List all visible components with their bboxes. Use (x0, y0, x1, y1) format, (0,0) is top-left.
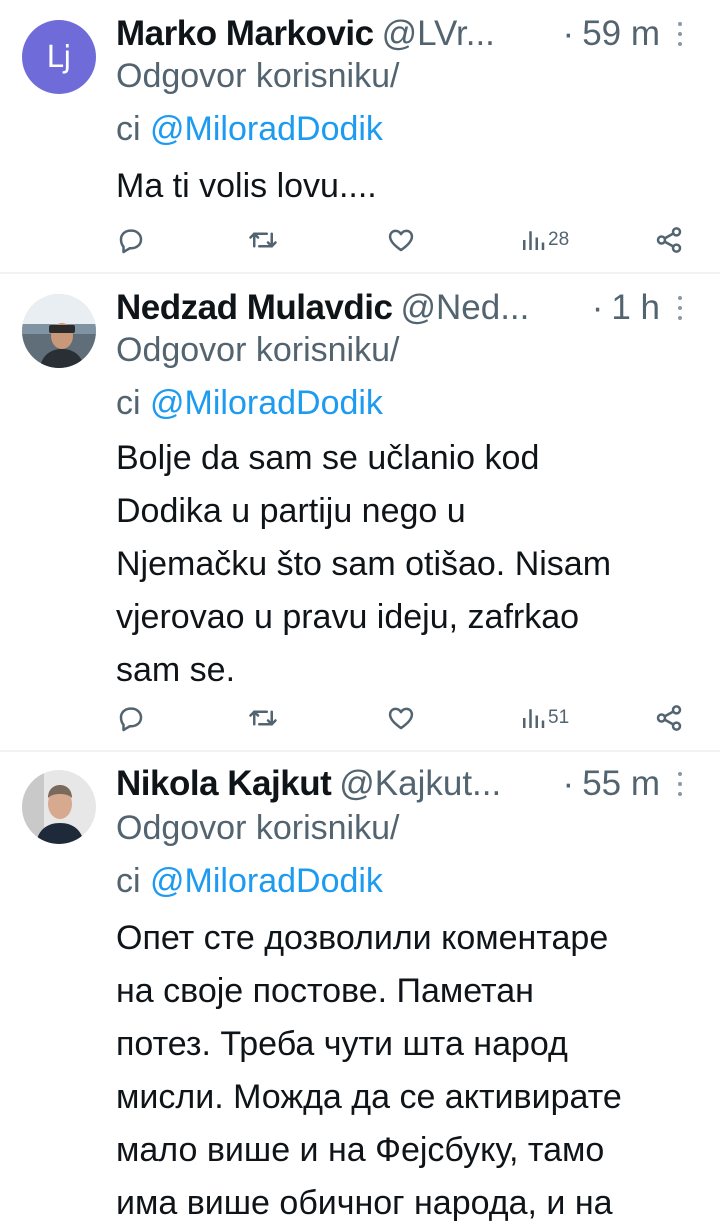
reply-button[interactable] (116, 220, 146, 260)
tweet-text-line: потез. Треба чути шта народ (116, 1025, 568, 1063)
tweet-text-line: vjerovao u pravu ideju, zafrkao (116, 598, 580, 636)
like-icon (388, 229, 414, 252)
retweet-icon (249, 710, 277, 726)
tweet-text-line: на своје постове. Паметан (116, 972, 534, 1010)
tweet-2[interactable]: Nedzad Mulavdic @Ned... · 1 h Odgovor ko… (0, 274, 720, 750)
tweet-text-line: Ma ti volis lovu.... (116, 167, 377, 205)
tweet-3[interactable]: Nikola Kajkut @Kajkut... · 55 m Odgovor … (0, 752, 720, 1224)
avatar[interactable] (22, 770, 96, 844)
reply-icon (119, 707, 143, 732)
author-name[interactable]: Nedzad Mulavdic (116, 288, 393, 328)
like-button[interactable] (386, 698, 416, 738)
mention-link[interactable]: @MiloradDodik (150, 384, 383, 422)
reply-context: Odgovor korisniku/ ci @MiloradDodik (116, 802, 700, 908)
more-icon[interactable] (670, 760, 690, 808)
share-icon (656, 227, 682, 253)
separator-dot: · (562, 14, 575, 53)
views-icon (523, 231, 545, 250)
timestamp[interactable]: 59 m (582, 14, 660, 54)
author-handle[interactable]: @Kajkut... (339, 764, 552, 804)
avatar-photo (22, 770, 96, 844)
mention-link[interactable]: @MiloradDodik (150, 862, 383, 900)
tweet-1[interactable]: Lj Marko Markovic @LVr... · 59 m Odgovor… (0, 0, 720, 272)
tweet-text-line: Njemačku što sam otišao. Nisam (116, 545, 612, 583)
reply-ci: ci (116, 384, 141, 422)
separator-dot: · (591, 288, 604, 327)
reply-prefix: Odgovor korisniku/ (116, 331, 400, 369)
views-count: 51 (548, 707, 570, 728)
views-button[interactable]: 51 (520, 698, 569, 738)
reply-ci: ci (116, 110, 141, 148)
views-count: 28 (548, 229, 570, 250)
author-name[interactable]: Marko Markovic (116, 14, 374, 54)
author-handle[interactable]: @LVr... (382, 14, 553, 54)
retweet-icon (249, 232, 277, 248)
like-icon (388, 707, 414, 730)
tweet-text-line: мисли. Можда да се активирате (116, 1078, 622, 1116)
retweet-button[interactable] (247, 220, 279, 260)
tweet-text-line: мало више и на Фејсбуку, тамо (116, 1131, 605, 1169)
share-icon (656, 705, 682, 731)
tweet-text-line: Bolje da sam se učlanio kod (116, 439, 540, 477)
separator-dot: · (562, 764, 575, 803)
mention-link[interactable]: @MiloradDodik (150, 110, 383, 148)
tweet-text-line: Dodika u partiju nego u (116, 492, 466, 530)
timestamp[interactable]: 55 m (582, 764, 660, 804)
reply-ci: ci (116, 862, 141, 900)
tweet-text: Опет сте дозволили коментаре на своје по… (116, 912, 700, 1230)
views-icon (523, 709, 545, 728)
reply-prefix: Odgovor korisniku/ (116, 57, 400, 95)
tweet-text: Bolje da sam se učlanio kod Dodika u par… (116, 432, 700, 697)
tweet-text-line: има више обичног народа, и на (116, 1184, 613, 1222)
author-name[interactable]: Nikola Kajkut (116, 764, 332, 804)
reply-icon (119, 229, 143, 254)
author-handle[interactable]: @Ned... (400, 288, 581, 328)
retweet-button[interactable] (247, 698, 279, 738)
like-button[interactable] (386, 220, 416, 260)
avatar-initials: Lj (46, 39, 72, 75)
tweet-text-line: sam se. (116, 651, 236, 689)
action-bar: 28 (0, 220, 720, 260)
views-button[interactable]: 28 (520, 220, 569, 260)
share-button[interactable] (654, 698, 684, 738)
reply-context: Odgovor korisniku/ ci @MiloradDodik (116, 50, 700, 156)
reply-button[interactable] (116, 698, 146, 738)
tweet-text-line: Опет сте дозволили коментаре (116, 919, 609, 957)
reply-context: Odgovor korisniku/ ci @MiloradDodik (116, 324, 700, 430)
share-button[interactable] (654, 220, 684, 260)
tweet-header: Nikola Kajkut @Kajkut... · 55 m (116, 760, 690, 808)
tweet-text: Ma ti volis lovu.... (116, 160, 700, 213)
reply-prefix: Odgovor korisniku/ (116, 809, 400, 847)
avatar-photo (22, 294, 96, 368)
action-bar: 51 (0, 698, 720, 738)
avatar[interactable]: Lj (22, 20, 96, 94)
avatar[interactable] (22, 294, 96, 368)
timestamp[interactable]: 1 h (611, 288, 660, 328)
